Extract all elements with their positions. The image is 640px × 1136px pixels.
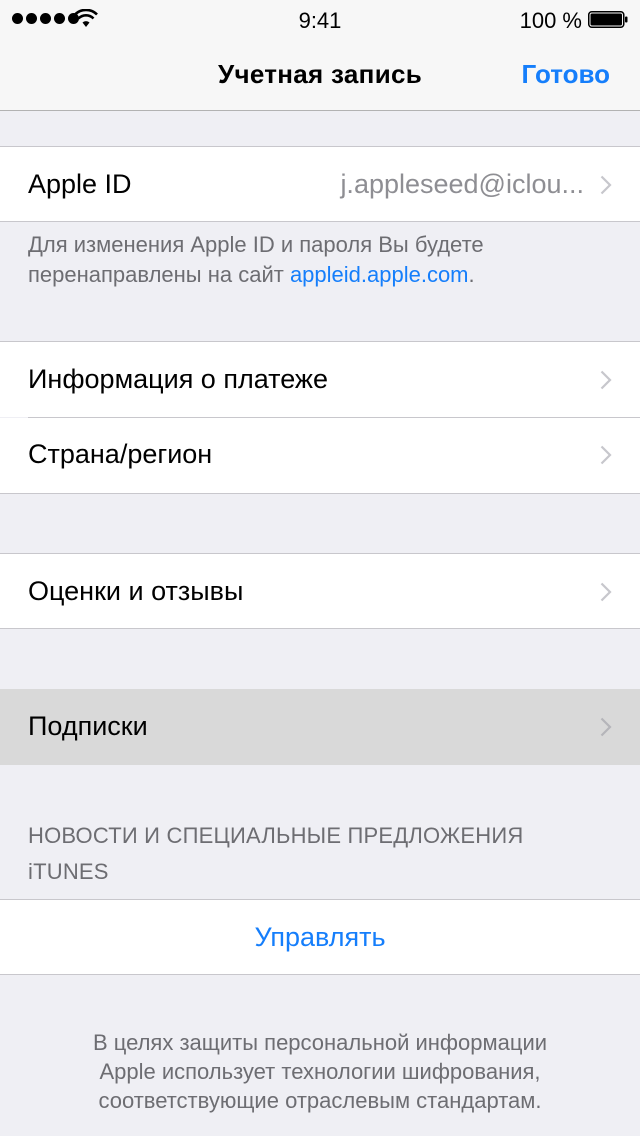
newsletter-header-line2: iTUNES <box>28 859 109 884</box>
chevron-right-icon <box>600 717 612 737</box>
apple-id-value: j.appleseed@iclou... <box>340 169 584 199</box>
country-region-row[interactable]: Страна/регион <box>0 418 640 494</box>
battery-icon <box>588 11 628 28</box>
appleid-link[interactable]: appleid.apple.com <box>290 262 469 287</box>
privacy-note-line1: В целях защиты персональной информации <box>92 1030 548 1055</box>
newsletter-header-line1: НОВОСТИ И СПЕЦИАЛЬНЫЕ ПРЕДЛОЖЕНИЯ <box>28 823 524 848</box>
apple-id-label: Apple ID <box>28 169 132 199</box>
ratings-reviews-row[interactable]: Оценки и отзывы <box>0 553 640 629</box>
manage-button[interactable]: Управлять <box>0 922 640 953</box>
apple-id-row[interactable]: Apple ID j.appleseed@iclou... <box>0 146 640 222</box>
payment-info-label: Информация о платеже <box>28 364 328 394</box>
payment-info-row[interactable]: Информация о платеже <box>0 341 640 417</box>
navigation-bar: Учетная запись Готово <box>0 40 640 111</box>
subscriptions-label: Подписки <box>28 711 148 741</box>
country-region-label: Страна/регион <box>28 439 213 469</box>
battery-percent: 100 % <box>519 8 582 33</box>
chevron-right-icon <box>600 370 612 390</box>
chevron-right-icon <box>600 175 612 195</box>
done-button[interactable]: Готово <box>522 59 610 90</box>
privacy-note-line3: соответствующие отраслевым стандартам. <box>98 1088 542 1113</box>
ratings-reviews-label: Оценки и отзывы <box>28 576 244 606</box>
apple-id-footer: Для изменения Apple ID и пароля Вы будет… <box>28 230 618 290</box>
newsletter-section-header: НОВОСТИ И СПЕЦИАЛЬНЫЕ ПРЕДЛОЖЕНИЯ iTUNES <box>28 818 618 890</box>
status-bar: 9:41 100 % <box>0 0 640 40</box>
manage-row[interactable]: Управлять <box>0 899 640 975</box>
privacy-note: В целях защиты персональной информации A… <box>0 1028 640 1115</box>
apple-id-footer-suffix: . <box>468 262 475 287</box>
privacy-note-line2: Apple использует технологии шифрования, <box>99 1059 541 1084</box>
chevron-right-icon <box>600 445 612 465</box>
subscriptions-row[interactable]: Подписки <box>0 689 640 765</box>
chevron-right-icon <box>600 582 612 602</box>
